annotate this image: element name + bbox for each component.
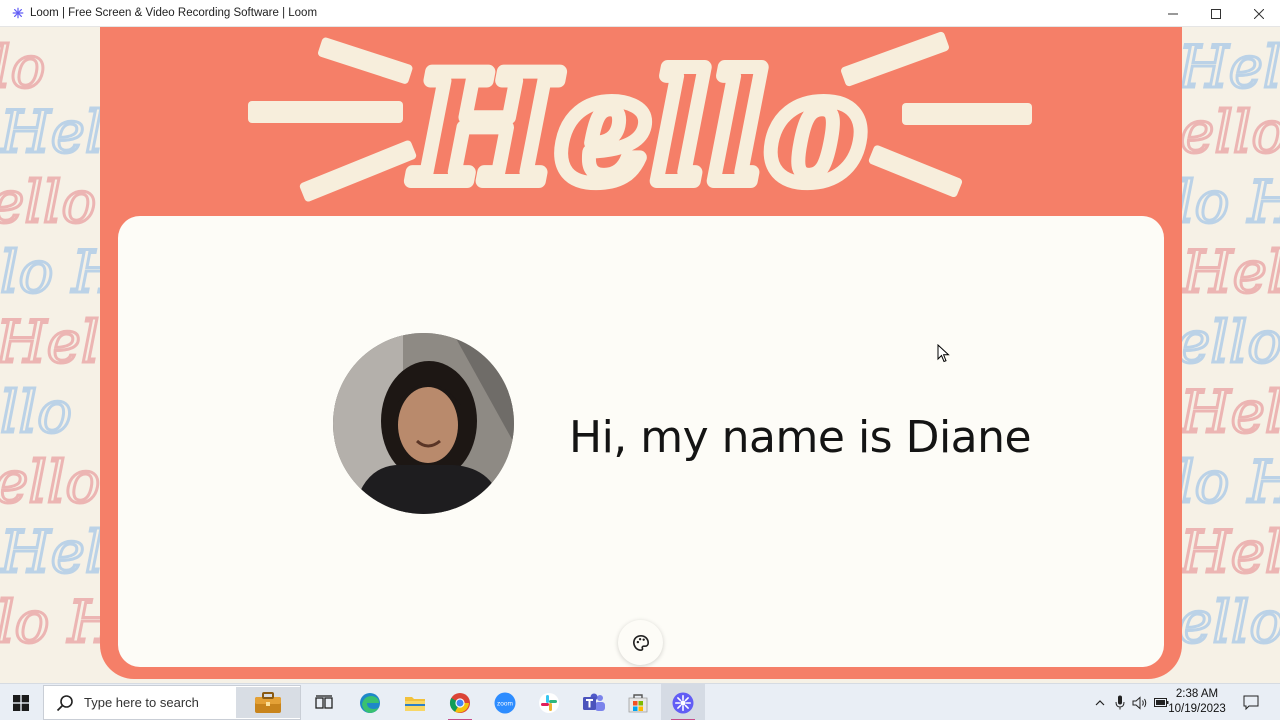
svg-text:ello: ello (0, 448, 100, 516)
svg-text:llo: llo (0, 378, 72, 446)
taskbar-slack[interactable] (527, 684, 571, 720)
close-button[interactable] (1237, 0, 1280, 27)
taskbar-zoom[interactable]: zoom (483, 684, 527, 720)
tray-overflow-button[interactable] (1092, 684, 1108, 720)
webcam-avatar (333, 333, 514, 514)
loom-icon (672, 692, 694, 713)
taskbar-file-explorer[interactable] (393, 684, 437, 720)
minimize-button[interactable] (1151, 0, 1194, 27)
speaker-icon (1132, 695, 1147, 710)
hello-banner-text: Hello (410, 41, 865, 217)
chevron-up-icon (1095, 699, 1105, 705)
greeting-text: Hi, my name is Diane (569, 412, 1032, 463)
start-button[interactable] (0, 684, 42, 720)
store-icon (628, 693, 648, 712)
chrome-icon (449, 692, 470, 713)
task-view-icon (315, 694, 333, 709)
teams-icon (583, 693, 605, 711)
window-titlebar: Loom | Free Screen & Video Recording Sof… (0, 0, 1280, 27)
task-view-button[interactable] (302, 684, 346, 720)
window-controls (1151, 0, 1280, 27)
svg-text:ello: ello (1176, 308, 1280, 376)
svg-text:lo H: lo H (1176, 448, 1280, 516)
action-center-button[interactable] (1238, 684, 1264, 720)
svg-text:ello: ello (1178, 588, 1280, 656)
zoom-wordmark: zoom (497, 700, 513, 707)
svg-text:lo: lo (0, 33, 45, 101)
svg-text:Hel: Hel (1179, 378, 1280, 446)
name-card: Hi, my name is Diane (118, 216, 1164, 667)
taskbar-edge[interactable] (348, 684, 392, 720)
search-highlight[interactable] (236, 687, 300, 718)
name-tag: Hello Hi, my name is Diane (100, 27, 1182, 679)
windows-logo-icon (13, 694, 29, 711)
svg-text:Hel: Hel (0, 98, 103, 166)
clock-time: 2:38 AM (1175, 688, 1219, 700)
person-video-feed (333, 333, 514, 514)
taskbar-chrome[interactable] (438, 684, 482, 720)
taskbar-teams[interactable] (572, 684, 616, 720)
svg-text:ello: ello (1180, 98, 1280, 166)
hello-banner-art: Hello (248, 31, 1032, 221)
microphone-icon (1115, 695, 1125, 710)
svg-text:Hell: Hell (1181, 238, 1280, 306)
taskbar-search-box[interactable]: Type here to search (43, 685, 301, 720)
svg-text:ello: ello (0, 168, 96, 236)
svg-text:Hel: Hel (0, 518, 103, 586)
notification-icon (1243, 695, 1259, 710)
tray-volume[interactable] (1131, 684, 1149, 720)
svg-text:lo H: lo H (1176, 168, 1280, 236)
slack-icon (539, 692, 559, 713)
taskbar-clock[interactable]: 2:38 AM 10/19/2023 (1166, 687, 1228, 717)
close-icon (1253, 8, 1264, 19)
loom-recording-stage: lo Hel ello lo H Hell llo ello Hel lo H … (0, 27, 1280, 683)
windows-taskbar: Type here to search zoom 2:38 AM 10/19/2… (0, 683, 1280, 720)
svg-text:Hell: Hell (1179, 518, 1280, 586)
briefcase-icon (255, 691, 281, 713)
taskbar-loom[interactable] (661, 684, 705, 720)
maximize-icon (1210, 8, 1221, 19)
window-title: Loom | Free Screen & Video Recording Sof… (30, 7, 318, 19)
clock-date: 10/19/2023 (1168, 703, 1226, 715)
maximize-button[interactable] (1194, 0, 1237, 27)
mouse-cursor-icon (937, 344, 950, 363)
svg-text:Hel: Hel (1177, 33, 1280, 101)
theme-palette-button[interactable] (618, 620, 663, 665)
loom-icon (12, 7, 24, 19)
taskbar-store[interactable] (616, 684, 660, 720)
zoom-icon: zoom (494, 692, 516, 713)
palette-icon (632, 634, 649, 651)
search-placeholder: Type here to search (84, 695, 199, 710)
search-icon (56, 694, 73, 711)
file-explorer-icon (405, 696, 425, 711)
edge-icon (360, 692, 380, 713)
minimize-icon (1167, 13, 1178, 14)
tray-microphone[interactable] (1112, 684, 1128, 720)
